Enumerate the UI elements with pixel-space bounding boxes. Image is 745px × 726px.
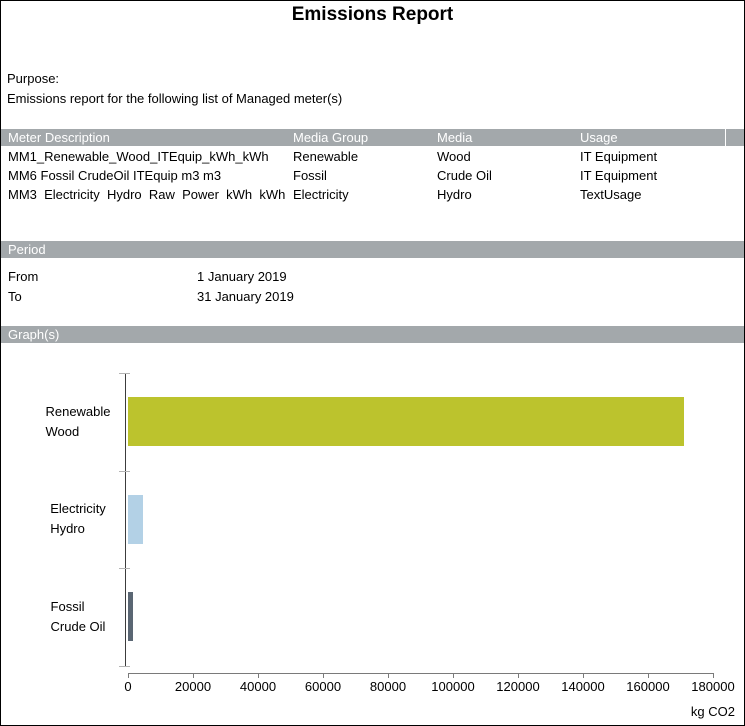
graphs-header-label: Graph(s)	[1, 327, 59, 342]
x-axis-tick-label-9: 180000	[678, 679, 745, 694]
table-row: MM1_Renewable_Wood_ITEquip_kWh_kWh Renew…	[1, 147, 744, 166]
table-row: MM3 Electricity Hydro Raw Power kWh kWh …	[1, 185, 744, 204]
cell-media: Wood	[437, 147, 471, 166]
cell-usage: IT Equipment	[580, 147, 657, 166]
x-axis-tick-3	[323, 673, 324, 678]
x-axis-tick-6	[518, 673, 519, 678]
chart-category-label-2: FossilCrude Oil	[18, 597, 138, 637]
table-row: MM6 Fossil CrudeOil ITEquip m3 m3 Fossil…	[1, 166, 744, 185]
x-axis-tick-label-2: 40000	[223, 679, 293, 694]
chart-category-label-text: ElectricityHydro	[50, 499, 106, 539]
period-header-bar: Period	[1, 241, 744, 258]
cell-usage: IT Equipment	[580, 166, 657, 185]
emissions-bar-chart: RenewableWood ElectricityHydro FossilCrude…	[1, 351, 744, 725]
chart-category-label-text: FossilCrude Oil	[51, 597, 106, 637]
purpose-text: Emissions report for the following list …	[7, 91, 342, 106]
x-axis-tick-1	[193, 673, 194, 678]
cell-media-group: Renewable	[293, 147, 358, 166]
cell-meter-description: MM6 Fossil CrudeOil ITEquip m3 m3	[8, 166, 293, 185]
x-axis-tick-4	[388, 673, 389, 678]
x-axis-tick-8	[648, 673, 649, 678]
x-axis-title: kg CO2	[691, 704, 735, 719]
x-axis-tick-label-5: 100000	[418, 679, 488, 694]
period-from-row: From 1 January 2019	[1, 267, 744, 286]
chart-category-label-0: RenewableWood	[18, 402, 138, 442]
x-axis-tick-label-8: 160000	[613, 679, 683, 694]
cell-media-group: Fossil	[293, 166, 327, 185]
period-header-label: Period	[1, 242, 46, 257]
chart-category-label-text: RenewableWood	[45, 402, 110, 442]
col-header-usage: Usage	[580, 129, 618, 146]
cell-media: Hydro	[437, 185, 472, 204]
x-axis-tick-label-7: 140000	[548, 679, 618, 694]
chart-bar-0	[128, 397, 684, 446]
x-axis-tick-5	[453, 673, 454, 678]
x-axis-tick-label-1: 20000	[158, 679, 228, 694]
x-axis-tick-label-3: 60000	[288, 679, 358, 694]
y-axis-tick-3	[119, 666, 130, 667]
col-header-meter-description: Meter Description	[8, 129, 293, 146]
y-axis-tick-0	[119, 373, 130, 374]
y-axis-tick-1	[119, 471, 130, 472]
cell-usage: TextUsage	[580, 185, 641, 204]
x-axis-tick-label-0: 0	[93, 679, 163, 694]
col-header-media: Media	[437, 129, 472, 146]
to-label: To	[8, 287, 22, 306]
page-title: Emissions Report	[1, 4, 744, 26]
from-label: From	[8, 267, 38, 286]
col-header-media-group: Media Group	[293, 129, 368, 146]
emissions-report-page: Emissions Report Purpose: Emissions repo…	[0, 0, 745, 726]
x-axis-tick-label-4: 80000	[353, 679, 423, 694]
cell-media: Crude Oil	[437, 166, 492, 185]
x-axis-tick-label-6: 120000	[483, 679, 553, 694]
header-divider	[725, 129, 726, 146]
cell-meter-description: MM1_Renewable_Wood_ITEquip_kWh_kWh	[8, 147, 293, 166]
chart-category-label-1: ElectricityHydro	[18, 499, 138, 539]
chart-x-axis	[128, 673, 714, 674]
x-axis-tick-0	[128, 673, 129, 678]
cell-media-group: Electricity	[293, 185, 349, 204]
y-axis-tick-2	[119, 568, 130, 569]
period-to-row: To 31 January 2019	[1, 287, 744, 306]
purpose-label: Purpose:	[7, 71, 59, 86]
x-axis-tick-7	[583, 673, 584, 678]
to-value: 31 January 2019	[197, 287, 294, 306]
from-value: 1 January 2019	[197, 267, 287, 286]
cell-meter-description: MM3 Electricity Hydro Raw Power kWh kWh	[8, 185, 293, 204]
x-axis-tick-2	[258, 673, 259, 678]
x-axis-tick-9	[713, 673, 714, 678]
meter-table-header-bar: Meter Description Media Group Media Usag…	[1, 129, 744, 146]
graphs-header-bar: Graph(s)	[1, 326, 744, 343]
